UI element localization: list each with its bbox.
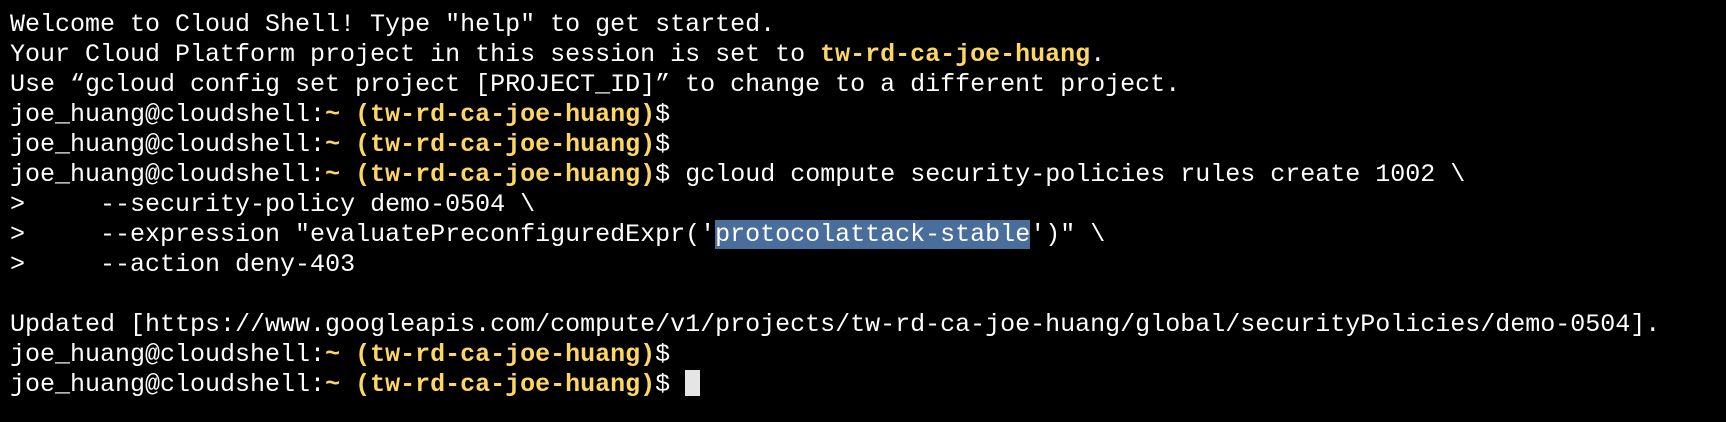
welcome-line: Welcome to Cloud Shell! Type "help" to g… — [10, 10, 776, 39]
prompt-dollar: $ — [655, 340, 671, 369]
prompt-tilde: ~ — [325, 130, 341, 159]
command-text: gcloud compute security-policies rules c… — [685, 160, 1466, 189]
command-continuation-text: --action deny-403 — [25, 250, 356, 279]
project-info-suffix: . — [1090, 40, 1106, 69]
cloud-shell-terminal[interactable]: Welcome to Cloud Shell! Type "help" to g… — [0, 0, 1726, 422]
prompt-user-host: joe_huang@cloudshell: — [10, 370, 326, 399]
prompt-dollar: $ — [655, 370, 671, 399]
prompt-project: (tw-rd-ca-joe-huang) — [355, 100, 656, 129]
prompt-user-host: joe_huang@cloudshell: — [10, 100, 326, 129]
prompt-line: joe_huang@cloudshell:~ (tw-rd-ca-joe-hua… — [10, 340, 1726, 370]
continuation-marker: > — [10, 220, 26, 249]
prompt-project: (tw-rd-ca-joe-huang) — [355, 160, 656, 189]
command-continuation-line: > --action deny-403 — [10, 250, 1726, 280]
continuation-marker: > — [10, 250, 26, 279]
terminal-cursor[interactable] — [685, 370, 701, 396]
prompt-dollar: $ — [655, 100, 671, 129]
command-continuation-text: ')" \ — [1030, 220, 1106, 249]
project-info-line: Your Cloud Platform project in this sess… — [10, 40, 1726, 70]
output-line: Updated [https://www.googleapis.com/comp… — [10, 310, 1661, 339]
config-hint-line: Use “gcloud config set project [PROJECT_… — [10, 70, 1181, 99]
prompt-line: joe_huang@cloudshell:~ (tw-rd-ca-joe-hua… — [10, 130, 1726, 160]
prompt-tilde: ~ — [325, 160, 341, 189]
continuation-marker: > — [10, 190, 26, 219]
prompt-tilde: ~ — [325, 370, 341, 399]
prompt-project: (tw-rd-ca-joe-huang) — [355, 130, 656, 159]
prompt-tilde: ~ — [325, 100, 341, 129]
prompt-tilde: ~ — [325, 340, 341, 369]
prompt-project: (tw-rd-ca-joe-huang) — [355, 340, 656, 369]
prompt-line: joe_huang@cloudshell:~ (tw-rd-ca-joe-hua… — [10, 100, 1726, 130]
selected-text[interactable]: protocolattack-stable — [715, 220, 1031, 249]
project-info-prefix: Your Cloud Platform project in this sess… — [10, 40, 821, 69]
prompt-project: (tw-rd-ca-joe-huang) — [355, 370, 656, 399]
command-continuation-line: > --security-policy demo-0504 \ — [10, 190, 1726, 220]
command-prompt-line: joe_huang@cloudshell:~ (tw-rd-ca-joe-hua… — [10, 160, 1726, 190]
project-id: tw-rd-ca-joe-huang — [820, 40, 1091, 69]
prompt-user-host: joe_huang@cloudshell: — [10, 130, 326, 159]
command-continuation-text: --security-policy demo-0504 \ — [25, 190, 536, 219]
prompt-dollar: $ — [655, 130, 671, 159]
command-continuation-text: --expression "evaluatePreconfiguredExpr(… — [25, 220, 716, 249]
prompt-user-host: joe_huang@cloudshell: — [10, 160, 326, 189]
active-prompt-line[interactable]: joe_huang@cloudshell:~ (tw-rd-ca-joe-hua… — [10, 370, 1726, 400]
prompt-dollar: $ — [655, 160, 671, 189]
prompt-user-host: joe_huang@cloudshell: — [10, 340, 326, 369]
command-continuation-line: > --expression "evaluatePreconfiguredExp… — [10, 220, 1726, 250]
